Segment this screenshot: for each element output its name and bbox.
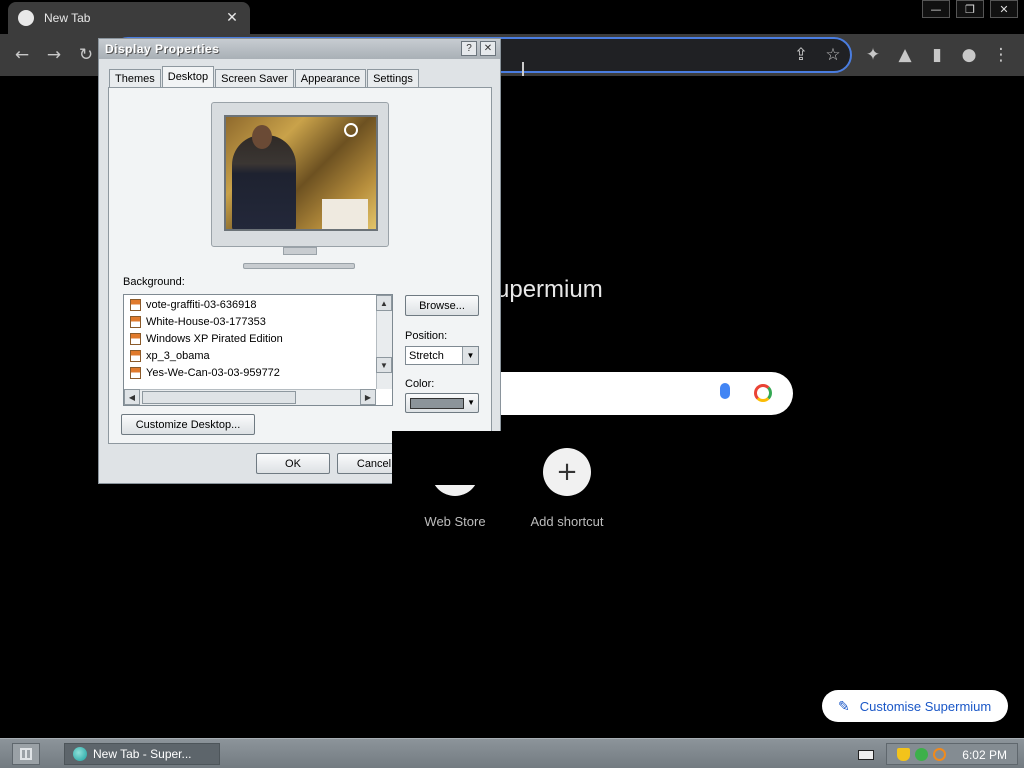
- color-picker-button[interactable]: ▼: [405, 393, 479, 413]
- wallpaper-podium: [322, 199, 368, 229]
- dialog-title: Display Properties: [105, 42, 220, 56]
- start-grid-icon: [20, 748, 32, 760]
- screen: New Tab ✕ — ❐ ✕ ← → ↻ ⇪ ☆ ✦ ▲ ▮ ● ⋮ Supe…: [0, 0, 1024, 768]
- render-artifact-black: [392, 431, 502, 485]
- chevron-down-icon: ▼: [467, 398, 475, 407]
- color-label: Color:: [405, 378, 435, 390]
- scroll-left-icon[interactable]: ◀: [124, 389, 140, 405]
- back-icon[interactable]: ←: [11, 44, 33, 66]
- list-item[interactable]: vote-graffiti-03-636918: [130, 297, 256, 313]
- network-icon[interactable]: [915, 748, 928, 761]
- voice-search-icon[interactable]: [720, 383, 730, 399]
- window-controls: — ❐ ✕: [916, 0, 1018, 18]
- tab-close-icon[interactable]: ✕: [224, 10, 240, 26]
- shortcut-add[interactable]: + Add shortcut: [512, 448, 622, 529]
- image-file-icon: [130, 333, 141, 345]
- keyboard-icon[interactable]: [858, 750, 874, 760]
- tab-screen-saver[interactable]: Screen Saver: [215, 69, 294, 87]
- image-file-icon: [130, 299, 141, 311]
- position-value: Stretch: [409, 349, 444, 362]
- scrollbar-thumb[interactable]: [142, 391, 296, 404]
- minimize-icon[interactable]: —: [922, 0, 950, 18]
- monitor-base: [243, 263, 355, 269]
- tab-appearance[interactable]: Appearance: [294, 69, 367, 87]
- tab-favicon-icon: [18, 10, 34, 26]
- forward-icon[interactable]: →: [43, 44, 65, 66]
- monitor-preview: [207, 102, 393, 274]
- menu-kebab-icon[interactable]: ⋮: [990, 44, 1012, 66]
- close-window-icon[interactable]: ✕: [990, 0, 1018, 18]
- wallpaper-head: [252, 125, 272, 149]
- position-label: Position:: [405, 330, 448, 342]
- clock: 6:02 PM: [962, 748, 1007, 762]
- list-item[interactable]: Yes-We-Can-03-03-959772: [130, 365, 280, 381]
- vertical-scrollbar[interactable]: ▲ ▼: [376, 295, 392, 389]
- customise-label: Customise Supermium: [859, 698, 992, 714]
- scroll-down-icon[interactable]: ▼: [376, 357, 392, 373]
- dialog-tabs: Themes Desktop Screen Saver Appearance S…: [109, 66, 420, 87]
- text-cursor-icon: [522, 62, 524, 76]
- start-button[interactable]: [12, 743, 40, 765]
- system-tray: 6:02 PM: [886, 743, 1018, 765]
- image-file-icon: [130, 316, 141, 328]
- dialog-titlebar: Display Properties: [99, 39, 500, 59]
- list-item[interactable]: White-House-03-177353: [130, 314, 266, 330]
- search-icon[interactable]: [933, 748, 946, 761]
- taskbar-item-browser[interactable]: New Tab - Super...: [64, 743, 220, 765]
- extensions-icon[interactable]: ✦: [862, 44, 884, 66]
- customise-button[interactable]: ✎ Customise Supermium: [822, 690, 1008, 722]
- help-icon[interactable]: ?: [461, 41, 477, 56]
- share-icon[interactable]: ⇪: [790, 44, 812, 66]
- pencil-icon: ✎: [838, 697, 850, 714]
- image-file-icon: [130, 367, 141, 379]
- display-properties-dialog: Display Properties ? ✕ Themes Desktop Sc…: [98, 38, 501, 484]
- monitor-neck: [283, 247, 317, 255]
- color-swatch: [410, 398, 464, 409]
- bookmark-star-icon[interactable]: ☆: [822, 44, 844, 66]
- reload-icon[interactable]: ↻: [75, 44, 97, 66]
- security-shield-icon[interactable]: [897, 748, 910, 761]
- wallpaper-person: [232, 135, 296, 229]
- tab-desktop[interactable]: Desktop: [161, 66, 215, 87]
- lens-search-icon[interactable]: [754, 384, 772, 402]
- monitor-frame: [211, 102, 389, 247]
- tab-settings[interactable]: Settings: [367, 69, 419, 87]
- background-label: Background:: [123, 276, 185, 288]
- profile-avatar-icon[interactable]: ●: [958, 44, 980, 66]
- desktop-tab-panel: Background: vote-graffiti-03-636918 Whit…: [108, 87, 492, 444]
- horizontal-scrollbar[interactable]: ◀ ▶: [124, 389, 376, 405]
- shortcut-label: Add shortcut: [530, 514, 604, 529]
- list-item[interactable]: Windows XP Pirated Edition: [130, 331, 283, 347]
- scroll-right-icon[interactable]: ▶: [360, 389, 376, 405]
- browser-app-icon: [73, 747, 87, 761]
- scroll-up-icon[interactable]: ▲: [376, 295, 392, 311]
- chevron-down-icon[interactable]: ▼: [462, 347, 478, 364]
- list-item[interactable]: xp_3_obama: [130, 348, 210, 364]
- shortcut-label: Web Store: [424, 514, 486, 529]
- browser-titlebar: New Tab ✕ — ❐ ✕: [0, 0, 1024, 34]
- tab-title: New Tab: [44, 11, 91, 25]
- side-panel-icon[interactable]: ▮: [926, 44, 948, 66]
- background-list[interactable]: vote-graffiti-03-636918 White-House-03-1…: [123, 294, 393, 406]
- wallpaper-logo-icon: [344, 123, 358, 137]
- labs-flask-icon[interactable]: ▲: [894, 44, 916, 66]
- restore-icon[interactable]: ❐: [956, 0, 984, 18]
- tab-themes[interactable]: Themes: [109, 69, 161, 87]
- tab-new-tab[interactable]: New Tab ✕: [8, 2, 250, 34]
- image-file-icon: [130, 350, 141, 362]
- browse-button[interactable]: Browse...: [405, 295, 479, 316]
- add-shortcut-icon: +: [543, 448, 591, 496]
- wallpaper-preview: [224, 115, 378, 231]
- dialog-close-icon[interactable]: ✕: [480, 41, 496, 56]
- taskbar-item-label: New Tab - Super...: [93, 747, 192, 761]
- search-box[interactable]: [470, 372, 793, 415]
- taskbar: New Tab - Super... 6:02 PM: [0, 738, 1024, 768]
- ok-button[interactable]: OK: [256, 453, 330, 474]
- customize-desktop-button[interactable]: Customize Desktop...: [121, 414, 255, 435]
- position-select[interactable]: Stretch ▼: [405, 346, 479, 365]
